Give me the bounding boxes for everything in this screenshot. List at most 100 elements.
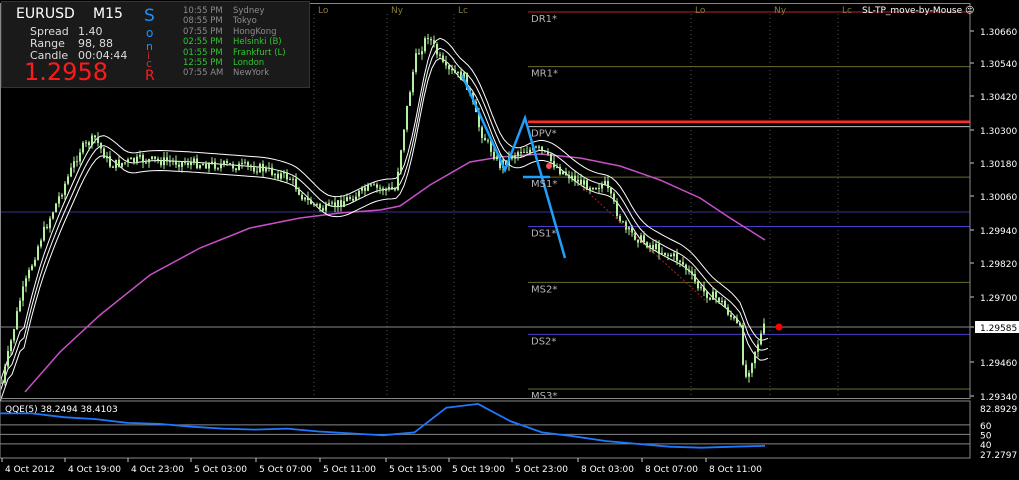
candle-body bbox=[634, 232, 636, 240]
candle-body bbox=[334, 202, 336, 207]
session-time: 01:55 PM bbox=[183, 47, 223, 58]
session-clock-row: 12:55 PM London bbox=[183, 58, 286, 68]
candle-body bbox=[226, 161, 228, 164]
candle-body bbox=[85, 142, 87, 144]
candle-body bbox=[367, 184, 369, 191]
session-time: 07:55 AM bbox=[183, 68, 224, 79]
candle-body bbox=[109, 156, 111, 167]
candle-body bbox=[142, 155, 144, 163]
candle-body bbox=[193, 158, 195, 163]
candle-body bbox=[304, 197, 306, 200]
candle-body bbox=[196, 158, 198, 169]
candle-body bbox=[673, 253, 675, 257]
candle-body bbox=[541, 146, 543, 151]
brand-letter-s: S bbox=[144, 6, 155, 26]
candle-body bbox=[412, 71, 414, 93]
session-city: Helsinki (B) bbox=[233, 37, 282, 48]
candle-body bbox=[583, 180, 585, 185]
candle-body bbox=[565, 171, 567, 175]
pivot-label-ms2: MS2* bbox=[531, 284, 557, 295]
candle-body bbox=[526, 151, 528, 153]
candle-body bbox=[406, 105, 408, 130]
candle-body bbox=[721, 300, 723, 303]
price-marker-dot[interactable] bbox=[775, 323, 783, 331]
candle-body bbox=[568, 174, 570, 179]
candle-body bbox=[199, 165, 201, 169]
candle-body bbox=[454, 70, 456, 73]
candle-body bbox=[760, 333, 762, 345]
session-city: Tokyo bbox=[233, 16, 257, 27]
candle-body bbox=[763, 323, 765, 334]
candle-body bbox=[112, 166, 114, 168]
qqe-level-label: 50 bbox=[980, 431, 992, 441]
candle-body bbox=[310, 199, 312, 205]
candle-body bbox=[703, 287, 705, 292]
time-tick-label: 8 Oct 11:00 bbox=[709, 465, 762, 475]
candle-body bbox=[361, 187, 363, 191]
session-clock-row: 02:55 PM Helsinki (B) bbox=[183, 37, 286, 47]
candle-body bbox=[70, 167, 72, 177]
candle-body bbox=[19, 300, 21, 312]
qqe-indicator-label: QQE(5) 38.2494 38.4103 bbox=[5, 405, 118, 415]
candle-body bbox=[172, 160, 174, 162]
candle-body bbox=[676, 253, 678, 261]
candle-body bbox=[94, 135, 96, 138]
candle-body bbox=[151, 156, 153, 160]
qqe-level-label: 60 bbox=[980, 422, 992, 432]
candle-body bbox=[301, 194, 303, 200]
session-label-lo: Lo bbox=[318, 6, 329, 16]
candle-body bbox=[622, 221, 624, 223]
candle-body bbox=[238, 163, 240, 171]
candle-body bbox=[559, 167, 561, 175]
candle-body bbox=[121, 162, 123, 167]
session-label-lc: Lc bbox=[458, 6, 468, 16]
candle-body bbox=[148, 159, 150, 163]
candle-body bbox=[604, 180, 606, 185]
price-tick-label: 1.30540 bbox=[980, 60, 1017, 70]
candle-body bbox=[736, 318, 738, 324]
candle-body bbox=[691, 271, 693, 274]
current-price-axis-label: 1.29585 bbox=[980, 324, 1017, 334]
candle-body bbox=[529, 149, 531, 153]
candle-body bbox=[256, 171, 258, 173]
qqe-indicator: 605040 82.8929 27.2797 bbox=[0, 400, 1017, 461]
candle-body bbox=[589, 187, 591, 190]
candle-body bbox=[493, 151, 495, 160]
time-tick-label: 4 Oct 23:00 bbox=[131, 465, 184, 475]
candle-body bbox=[598, 187, 600, 189]
session-clock-row: 01:55 PM Frankfurt (L) bbox=[183, 48, 286, 58]
time-tick-label: 5 Oct 15:00 bbox=[389, 465, 442, 475]
candle-body bbox=[742, 325, 744, 365]
pivot-label-ds2: DS2* bbox=[531, 336, 556, 347]
candle-body bbox=[400, 150, 402, 172]
candle-body bbox=[280, 173, 282, 179]
candle-body bbox=[574, 175, 576, 182]
candle-body bbox=[715, 291, 717, 298]
pivot-label-dr1: DR1* bbox=[531, 14, 557, 25]
candle-body bbox=[127, 159, 129, 163]
candle-body bbox=[79, 152, 81, 162]
candle-body bbox=[718, 297, 720, 303]
candle-body bbox=[139, 155, 141, 157]
candle-body bbox=[364, 187, 366, 191]
candle-body bbox=[610, 188, 612, 194]
candle-body bbox=[739, 323, 741, 326]
candle-body bbox=[316, 204, 318, 206]
candle-body bbox=[388, 187, 390, 189]
candle-body bbox=[373, 184, 375, 186]
candle-body bbox=[403, 129, 405, 151]
candle-body bbox=[442, 55, 444, 62]
qqe-max-label: 82.8929 bbox=[980, 405, 1017, 415]
candle-body bbox=[247, 162, 249, 166]
candle-body bbox=[40, 240, 42, 247]
time-tick-label: 5 Oct 19:00 bbox=[452, 465, 505, 475]
qqe-min-label: 27.2797 bbox=[980, 451, 1017, 461]
candle-body bbox=[547, 151, 549, 154]
candle-body bbox=[616, 201, 618, 217]
candle-body bbox=[709, 297, 711, 300]
candle-body bbox=[124, 162, 126, 164]
candle-body bbox=[43, 226, 45, 241]
session-city: HongKong bbox=[233, 26, 277, 37]
candle-body bbox=[670, 254, 672, 257]
price-tick-label: 1.29820 bbox=[980, 260, 1017, 270]
